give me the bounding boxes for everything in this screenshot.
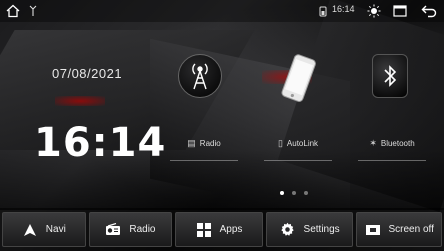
bluetooth-icon [372,54,408,98]
signal-icon [318,3,328,19]
antenna-icon [26,3,40,19]
home-icon[interactable] [4,3,22,19]
dock-label: Navi [45,224,66,235]
phone-link-icon: ▯ [277,138,283,148]
divider [358,160,426,161]
dock-label: Settings [303,224,340,235]
dock-apps-button[interactable]: Apps [175,212,263,247]
dock-label: Apps [219,224,243,235]
tile-label-text: Bluetooth [380,139,415,148]
status-bar: 16:14 [0,0,444,22]
time-display[interactable]: 16:14 [34,120,166,166]
tile-radio-label: ▤ Radio [164,138,244,149]
radio-icon: ▤ [187,138,196,148]
dock-label: Radio [129,224,156,235]
back-icon[interactable] [420,3,438,19]
tile-bluetooth[interactable]: ✶ Bluetooth [352,50,432,168]
page-indicator [280,191,308,195]
radio-tower-icon [178,54,222,98]
page-dot[interactable] [280,191,284,195]
status-clock: 16:14 [332,4,355,14]
bluetooth-small-icon: ✶ [369,138,377,148]
divider [170,160,238,161]
brightness-icon[interactable] [366,3,382,19]
dock-label: Screen off [388,224,434,235]
screen-off-icon [365,222,381,238]
tile-autolink[interactable]: ▯ AutoLink [258,50,338,168]
gear-icon [280,222,296,238]
date-label: 07/08/2021 [52,66,123,81]
tile-label-text: AutoLink [286,139,319,148]
dock-navi-button[interactable]: Navi [2,212,86,247]
dock-screen-off-button[interactable]: Screen off [356,212,442,247]
dock-settings-button[interactable]: Settings [265,212,354,247]
tile-bluetooth-label: ✶ Bluetooth [352,138,432,149]
navigation-arrow-icon [22,222,38,238]
page-dot[interactable] [304,191,308,195]
dock-radio-button[interactable]: Radio [88,212,173,247]
radio-icon [105,222,121,238]
home-screen: 16:14 07/08/2021 16:14 ▤ Radio ▯ AutoLin [0,0,444,251]
multi-window-icon[interactable] [392,3,408,19]
decorative-glow [55,96,105,106]
tile-radio[interactable]: ▤ Radio [164,50,244,168]
phone-icon [278,50,318,110]
tile-autolink-label: ▯ AutoLink [258,138,338,149]
apps-grid-icon [196,222,212,238]
page-dot[interactable] [292,191,296,195]
tile-label-text: Radio [199,139,221,148]
bottom-dock: Navi Radio Apps Settings Screen off [0,208,444,251]
divider [264,160,332,161]
